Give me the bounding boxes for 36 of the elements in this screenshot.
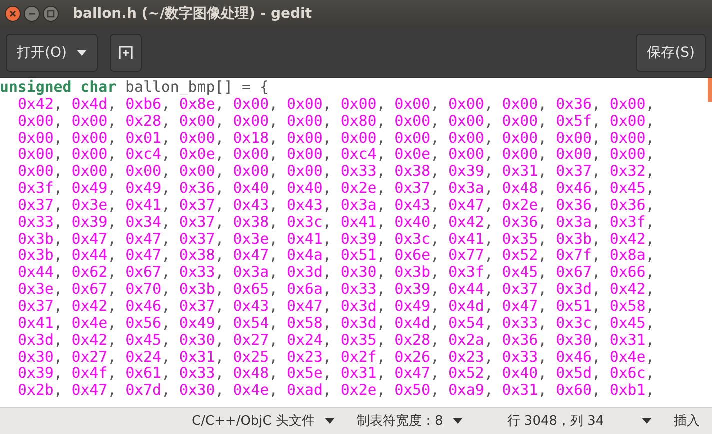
code-line: 0x44, 0x62, 0x67, 0x33, 0x3a, 0x3d, 0x30, 0x3b, 0x3f, 0x45, 0x67, 0x66, [16, 264, 655, 282]
code-line: 0x3d, 0x42, 0x45, 0x30, 0x27, 0x24, 0x35, 0x28, 0x2a, 0x36, 0x30, 0x31, [16, 332, 655, 348]
close-icon[interactable] [5, 6, 21, 22]
open-button[interactable]: 打开(O) [6, 34, 98, 72]
caret-icon [642, 418, 652, 424]
maximize-icon[interactable] [43, 6, 59, 22]
code-line: 0x33, 0x39, 0x34, 0x37, 0x38, 0x3c, 0x41, 0x40, 0x42, 0x36, 0x3a, 0x3f, [16, 214, 655, 231]
cursor-position: 行 3048，列 34 [507, 413, 604, 430]
minimize-icon[interactable] [24, 6, 40, 22]
code-line: 0x37, 0x42, 0x46, 0x37, 0x43, 0x47, 0x3d, 0x49, 0x4d, 0x47, 0x51, 0x58, [16, 298, 655, 315]
code-line: 0x30, 0x27, 0x24, 0x31, 0x25, 0x23, 0x2f, 0x26, 0x23, 0x33, 0x46, 0x4e, [16, 348, 655, 366]
new-tab-button[interactable] [110, 34, 142, 72]
caret-icon [325, 418, 336, 424]
code-line: 0x00, 0x00, 0x28, 0x00, 0x00, 0x00, 0x80, 0x00, 0x00, 0x00, 0x5f, 0x00, [16, 112, 655, 130]
code-line: 0x00, 0x00, 0xc4, 0x0e, 0x00, 0x00, 0xc4, 0x0e, 0x00, 0x00, 0x00, 0x00, [16, 146, 655, 164]
code-line: 0x42, 0x4d, 0xb6, 0x8e, 0x00, 0x00, 0x00, 0x00, 0x00, 0x00, 0x36, 0x00, [18, 96, 655, 113]
window-title: ballon.h (~/数字图像处理) - gedit [73, 5, 312, 23]
code-line: 0x3f, 0x49, 0x49, 0x36, 0x40, 0x40, 0x2e, 0x37, 0x3a, 0x48, 0x46, 0x45, [16, 180, 655, 197]
code-line: 0x41, 0x4e, 0x56, 0x49, 0x54, 0x58, 0x3d, 0x4d, 0x54, 0x33, 0x3c, 0x45, [16, 314, 655, 332]
code-line: 0x39, 0x4f, 0x61, 0x33, 0x48, 0x5e, 0x31, 0x47, 0x52, 0x40, 0x5d, 0x6c, [16, 365, 655, 382]
save-button[interactable]: 保存(S) [636, 34, 706, 72]
code-line: 0x00, 0x00, 0x01, 0x00, 0x18, 0x00, 0x00, 0x00, 0x00, 0x00, 0x00, 0x00, [16, 130, 655, 146]
code-line: 0x37, 0x3e, 0x41, 0x37, 0x43, 0x43, 0x3a, 0x43, 0x47, 0x2e, 0x36, 0x36, [16, 196, 655, 214]
code-line: 0x3b, 0x47, 0x47, 0x37, 0x3e, 0x41, 0x39, 0x3c, 0x41, 0x35, 0x3b, 0x42, [16, 230, 655, 248]
code-line: 0x2b, 0x47, 0x7d, 0x30, 0x4e, 0xad, 0x2e, 0x50, 0xa9, 0x31, 0x60, 0xb1, [16, 382, 655, 400]
language-dropdown[interactable]: C/C++/ObjC 头文件 [192, 412, 336, 430]
tab-width-dropdown[interactable]: 制表符宽度：8 [357, 412, 464, 430]
caret-icon [76, 50, 87, 56]
insert-mode[interactable]: 插入 [674, 412, 700, 430]
scroll-marker [708, 78, 712, 102]
code-line: unsigned char ballon_bmp[] = { [0, 79, 269, 96]
code-line: 0x00, 0x00, 0x00, 0x00, 0x00, 0x00, 0x33, 0x38, 0x39, 0x31, 0x37, 0x32, [16, 163, 655, 180]
new-tab-icon [118, 46, 133, 60]
code-line: 0x3e, 0x67, 0x70, 0x3b, 0x65, 0x6a, 0x33, 0x39, 0x44, 0x37, 0x3d, 0x42, [16, 281, 655, 298]
caret-icon [453, 418, 464, 424]
code-line: 0x3b, 0x44, 0x47, 0x38, 0x47, 0x4a, 0x51, 0x6e, 0x77, 0x52, 0x7f, 0x8a, [16, 247, 655, 264]
